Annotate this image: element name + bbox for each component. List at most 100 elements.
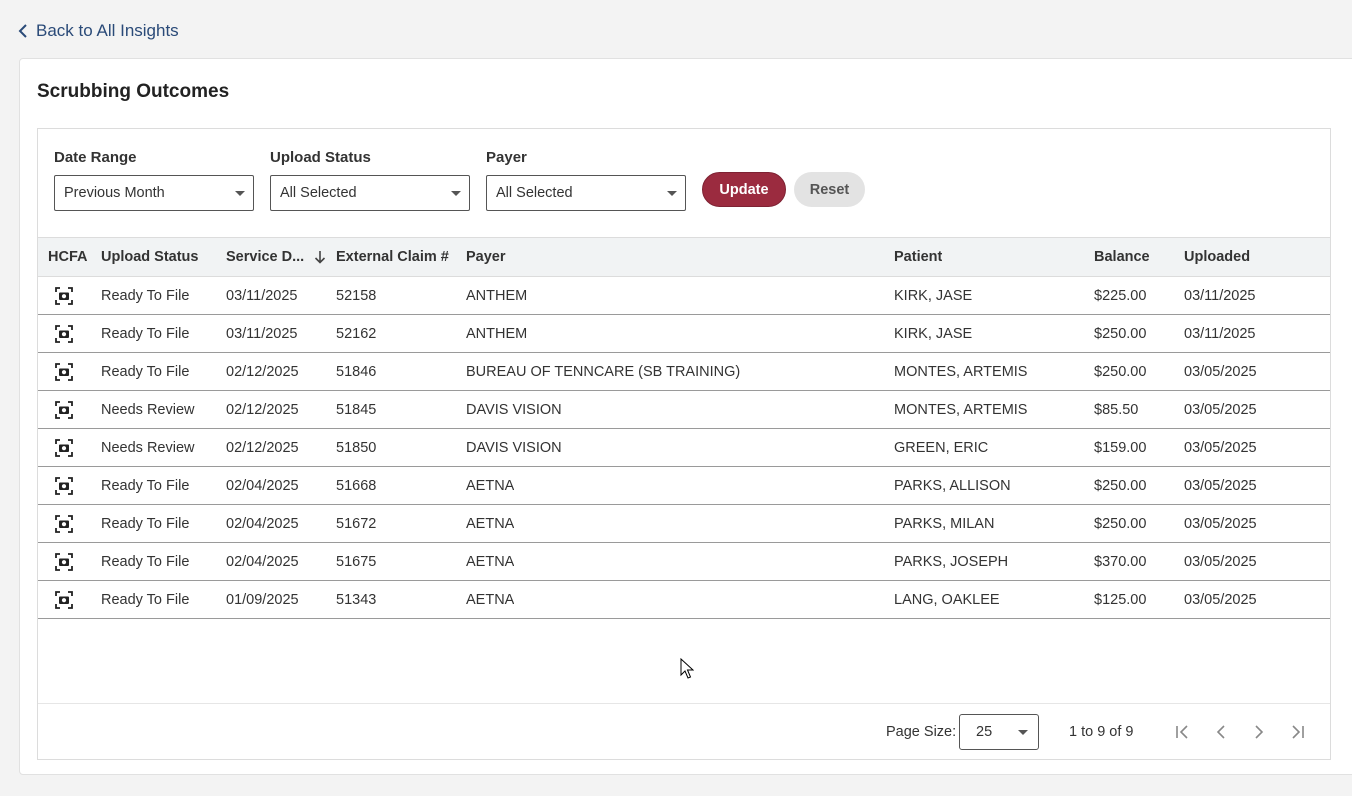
date-range-label: Date Range	[54, 149, 137, 166]
sort-descending-icon	[315, 251, 326, 264]
payer-label: Payer	[486, 149, 527, 166]
service-date-header-label: Service D...	[226, 249, 305, 265]
cell-uploaded: 03/05/2025	[1184, 477, 1257, 494]
page-size-value: 25	[976, 724, 993, 740]
cell-service-date: 02/12/2025	[226, 363, 299, 380]
cell-service-date: 03/11/2025	[226, 287, 298, 304]
cell-uploaded: 03/05/2025	[1184, 515, 1257, 532]
grid-header: HCFA Upload Status Service D... External…	[38, 237, 1330, 277]
reset-button[interactable]: Reset	[794, 172, 865, 207]
cell-service-date: 02/12/2025	[226, 439, 299, 456]
page-size-select[interactable]: 25	[959, 714, 1039, 750]
mouse-pointer-icon	[680, 658, 694, 679]
hcfa-preview-icon[interactable]	[55, 400, 73, 419]
cell-payer: AETNA	[466, 477, 515, 494]
table-row[interactable]: Ready To File 01/09/2025 51343 AETNA LANG, O…	[38, 581, 1330, 619]
cell-upload-status: Needs Review	[101, 439, 195, 456]
date-range-value: Previous Month	[64, 185, 165, 201]
payer-filter: Payer All Selected	[486, 147, 686, 211]
table-row[interactable]: Ready To File 02/12/2025 51846 BUREAU OF TE…	[38, 353, 1330, 391]
cell-balance: $250.00	[1094, 477, 1147, 494]
first-page-icon[interactable]	[1174, 722, 1192, 742]
cell-external-claim: 51850	[336, 439, 377, 456]
hcfa-preview-icon[interactable]	[55, 514, 73, 533]
payer-select[interactable]: All Selected	[486, 175, 686, 211]
cell-service-date: 03/11/2025	[226, 325, 298, 342]
table-row[interactable]: Ready To File 03/11/2025 52158 ANTHEM KIRK, …	[38, 277, 1330, 315]
cell-upload-status: Ready To File	[101, 287, 190, 304]
hcfa-preview-icon[interactable]	[55, 286, 73, 305]
column-header-hcfa[interactable]: HCFA	[48, 238, 87, 276]
table-row[interactable]: Ready To File 02/04/2025 51675 AETNA PARKS, …	[38, 543, 1330, 581]
cell-balance: $125.00	[1094, 591, 1147, 608]
cell-external-claim: 51672	[336, 515, 377, 532]
cell-upload-status: Ready To File	[101, 591, 190, 608]
cell-service-date: 02/04/2025	[226, 477, 299, 494]
table-row[interactable]: Needs Review 02/12/2025 51845 DAVIS VISION M…	[38, 391, 1330, 429]
cell-uploaded: 03/11/2025	[1184, 325, 1256, 342]
previous-page-icon[interactable]	[1212, 722, 1230, 742]
cell-patient: KIRK, JASE	[894, 287, 973, 304]
column-header-patient[interactable]: Patient	[894, 238, 942, 276]
cell-hcfa	[55, 543, 73, 580]
cell-upload-status: Ready To File	[101, 363, 190, 380]
cell-patient: KIRK, JASE	[894, 325, 973, 342]
last-page-icon[interactable]	[1288, 722, 1306, 742]
column-header-service-date[interactable]: Service D...	[226, 238, 326, 276]
hcfa-preview-icon[interactable]	[55, 324, 73, 343]
pagination-range: 1 to 9 of 9	[1069, 724, 1134, 740]
hcfa-preview-icon[interactable]	[55, 476, 73, 495]
column-header-balance[interactable]: Balance	[1094, 238, 1150, 276]
caret-down-icon	[1018, 729, 1028, 735]
cell-external-claim: 51845	[336, 401, 377, 418]
cell-upload-status: Ready To File	[101, 477, 190, 494]
payer-value: All Selected	[496, 185, 573, 201]
upload-status-label: Upload Status	[270, 149, 371, 166]
back-to-insights-link[interactable]: Back to All Insights	[18, 20, 179, 42]
hcfa-preview-icon[interactable]	[55, 362, 73, 381]
cell-uploaded: 03/05/2025	[1184, 401, 1257, 418]
cell-balance: $250.00	[1094, 363, 1147, 380]
cell-payer: DAVIS VISION	[466, 439, 562, 456]
date-range-select[interactable]: Previous Month	[54, 175, 254, 211]
table-row[interactable]: Ready To File 02/04/2025 51668 AETNA PARKS, …	[38, 467, 1330, 505]
cell-patient: MONTES, ARTEMIS	[894, 401, 1028, 418]
table-row[interactable]: Needs Review 02/12/2025 51850 DAVIS VISION G…	[38, 429, 1330, 467]
cell-hcfa	[55, 315, 73, 352]
column-header-upload-status[interactable]: Upload Status	[101, 238, 198, 276]
table-row[interactable]: Ready To File 03/11/2025 52162 ANTHEM KIRK, …	[38, 315, 1330, 353]
upload-status-select[interactable]: All Selected	[270, 175, 470, 211]
update-button[interactable]: Update	[702, 172, 786, 207]
table-row[interactable]: Ready To File 02/04/2025 51672 AETNA PARKS, …	[38, 505, 1330, 543]
cell-service-date: 01/09/2025	[226, 591, 299, 608]
cell-upload-status: Needs Review	[101, 401, 195, 418]
column-header-uploaded[interactable]: Uploaded	[1184, 238, 1250, 276]
cell-patient: MONTES, ARTEMIS	[894, 363, 1028, 380]
cell-payer: AETNA	[466, 515, 515, 532]
cell-service-date: 02/04/2025	[226, 553, 299, 570]
caret-down-icon	[235, 190, 245, 196]
back-link-label: Back to All Insights	[36, 21, 179, 40]
cell-balance: $250.00	[1094, 325, 1147, 342]
hcfa-preview-icon[interactable]	[55, 552, 73, 571]
upload-status-filter: Upload Status All Selected	[270, 147, 470, 211]
hcfa-preview-icon[interactable]	[55, 438, 73, 457]
cell-balance: $370.00	[1094, 553, 1147, 570]
cell-upload-status: Ready To File	[101, 553, 190, 570]
cell-uploaded: 03/11/2025	[1184, 287, 1256, 304]
cell-service-date: 02/12/2025	[226, 401, 299, 418]
cell-external-claim: 52158	[336, 287, 377, 304]
chevron-left-icon	[18, 24, 27, 38]
hcfa-preview-icon[interactable]	[55, 590, 73, 609]
cell-hcfa	[55, 581, 73, 618]
cell-payer: BUREAU OF TENNCARE (SB TRAINING)	[466, 363, 741, 380]
pagination-bar: Page Size: 25 1 to 9 of 9	[38, 703, 1330, 760]
column-header-external-claim[interactable]: External Claim #	[336, 238, 449, 276]
claims-grid: HCFA Upload Status Service D... External…	[38, 237, 1330, 619]
date-range-filter: Date Range Previous Month	[54, 147, 254, 211]
cell-hcfa	[55, 277, 73, 314]
column-header-payer[interactable]: Payer	[466, 238, 506, 276]
cell-patient: PARKS, MILAN	[894, 515, 995, 532]
cell-external-claim: 51675	[336, 553, 377, 570]
next-page-icon[interactable]	[1250, 722, 1268, 742]
